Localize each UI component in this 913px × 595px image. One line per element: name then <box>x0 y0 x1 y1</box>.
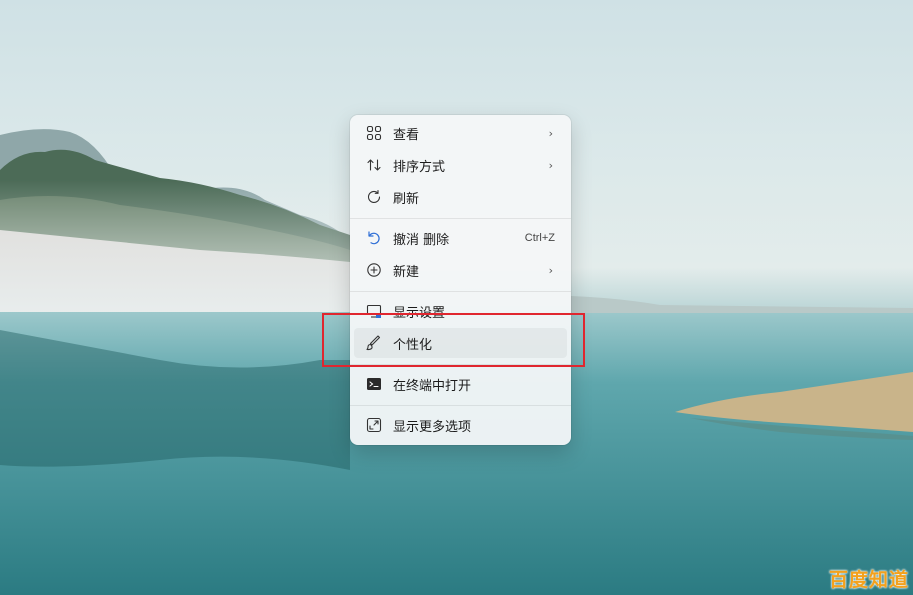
chevron-right-icon: › <box>548 158 553 172</box>
menu-item-label: 排序方式 <box>393 159 446 175</box>
menu-item-open-in-terminal[interactable]: 在终端中打开 <box>354 369 567 399</box>
menu-separator <box>350 405 571 406</box>
sort-arrows-icon <box>366 157 382 173</box>
watermark-logo: 百度知道 <box>828 569 909 591</box>
menu-item-undo-delete[interactable]: 撤消 删除 Ctrl+Z <box>354 223 567 253</box>
shortcut-text: Ctrl+Z <box>524 232 555 244</box>
menu-item-refresh[interactable]: 刷新 <box>354 182 567 212</box>
menu-item-label: 查看 <box>393 127 420 143</box>
expand-icon <box>366 417 382 433</box>
menu-item-label: 显示更多选项 <box>393 419 472 435</box>
menu-item-show-more-options[interactable]: 显示更多选项 <box>354 410 567 440</box>
menu-item-label: 在终端中打开 <box>393 378 472 394</box>
highlight-annotation-box <box>322 313 585 367</box>
add-circle-icon <box>366 262 382 278</box>
menu-item-sort-by[interactable]: 排序方式 › <box>354 150 567 180</box>
refresh-icon <box>366 189 382 205</box>
menu-item-label: 刷新 <box>393 191 420 207</box>
menu-separator <box>350 291 571 292</box>
menu-item-label: 撤消 删除 <box>393 232 450 248</box>
menu-separator <box>350 218 571 219</box>
desktop-context-menu: 查看 › 排序方式 › 刷新 撤消 删除 Ctrl+Z 新建 › 显示设置 个性… <box>350 115 571 445</box>
undo-icon <box>366 230 382 246</box>
chevron-right-icon: › <box>548 126 553 140</box>
chevron-right-icon: › <box>548 263 553 277</box>
menu-item-new[interactable]: 新建 › <box>354 255 567 285</box>
menu-item-label: 新建 <box>393 264 420 280</box>
menu-item-view[interactable]: 查看 › <box>354 118 567 148</box>
terminal-icon <box>366 376 382 392</box>
grid-view-icon <box>366 125 382 141</box>
